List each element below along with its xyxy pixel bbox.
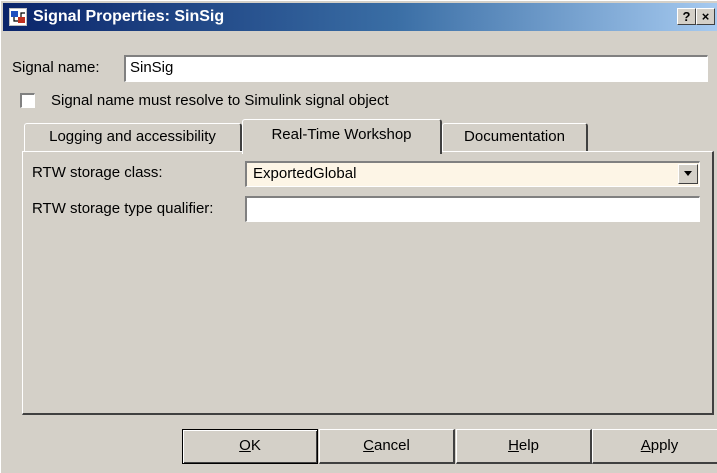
rtw-tab-panel: RTW storage class: ExportedGlobal RTW st… — [22, 151, 714, 415]
ok-button[interactable]: OK — [182, 429, 318, 464]
close-button[interactable]: × — [696, 8, 715, 25]
rtw-storage-class-label: RTW storage class: — [32, 164, 163, 181]
window-title: Signal Properties: SinSig — [33, 8, 225, 25]
cancel-button[interactable]: Cancel — [319, 429, 455, 464]
tab-logging-and-accessibility[interactable]: Logging and accessibility — [24, 123, 242, 151]
signal-name-label: Signal name: — [12, 59, 100, 76]
context-help-button[interactable]: ? — [677, 8, 696, 25]
tab-real-time-workshop[interactable]: Real-Time Workshop — [242, 119, 442, 154]
simulink-app-icon — [9, 8, 27, 26]
chevron-down-icon — [684, 171, 692, 176]
rtw-type-qualifier-label: RTW storage type qualifier: — [32, 200, 214, 217]
resolve-signal-object-label[interactable]: Signal name must resolve to Simulink sig… — [51, 91, 389, 111]
title-bar[interactable]: Signal Properties: SinSig ? × — [3, 3, 717, 31]
tab-documentation[interactable]: Documentation — [442, 123, 588, 151]
rtw-storage-class-value: ExportedGlobal — [253, 165, 357, 182]
dropdown-arrow-button[interactable] — [678, 164, 698, 184]
apply-button[interactable]: Apply — [592, 429, 717, 464]
help-button[interactable]: Help — [456, 429, 592, 464]
rtw-storage-class-select[interactable]: ExportedGlobal — [245, 161, 700, 187]
signal-properties-dialog: Signal Properties: SinSig ? × Signal nam… — [0, 0, 717, 473]
signal-name-input[interactable]: SinSig — [124, 55, 708, 82]
rtw-type-qualifier-input[interactable] — [245, 196, 700, 222]
resolve-signal-object-checkbox[interactable] — [20, 93, 35, 108]
